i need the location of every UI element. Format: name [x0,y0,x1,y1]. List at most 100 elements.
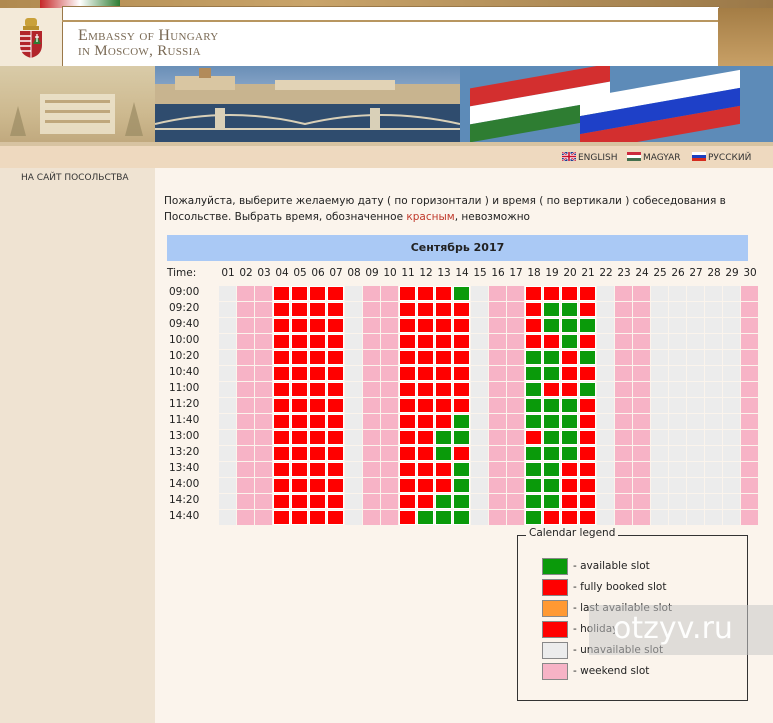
day-label: 27 [689,267,703,279]
available-slot[interactable] [525,510,542,525]
embassy-site-link[interactable]: НА САЙТ ПОСОЛЬСТВА [21,173,129,183]
available-slot[interactable] [543,462,560,477]
unavailable-slot [705,286,722,301]
available-slot[interactable] [453,510,470,525]
weekend-slot [633,462,650,477]
booked-slot [309,286,326,301]
calendar-days-row: Time: 01 02 03 04 05 06 07 08 09 10 11 12 13 14 15 16 17… [167,267,757,281]
available-slot[interactable] [525,398,542,413]
day-label: 20 [563,267,577,279]
unavailable-slot [597,398,614,413]
available-slot[interactable] [453,494,470,509]
weekend-slot [615,334,632,349]
weekend-slot [237,286,254,301]
weekend-slot [615,398,632,413]
legend-label: - fully booked slot [573,581,667,593]
language-link-russian[interactable]: РУССКИЙ [692,152,751,163]
unavailable-slot [651,382,668,397]
unavailable-slot [219,334,236,349]
booked-slot [417,462,434,477]
available-slot[interactable] [435,430,452,445]
weekend-slot [363,478,380,493]
available-slot[interactable] [525,462,542,477]
weekend-slot [489,510,506,525]
weekend-slot [507,382,524,397]
day-label: 18 [527,267,541,279]
available-slot[interactable] [543,478,560,493]
booked-slot [309,318,326,333]
day-label: 26 [671,267,685,279]
available-slot[interactable] [453,414,470,429]
available-slot[interactable] [561,446,578,461]
available-slot[interactable] [543,350,560,365]
booked-slot [291,286,308,301]
available-slot[interactable] [435,446,452,461]
booked-slot [327,430,344,445]
available-slot[interactable] [543,398,560,413]
available-slot[interactable] [435,494,452,509]
available-slot[interactable] [543,366,560,381]
available-slot[interactable] [561,430,578,445]
available-slot[interactable] [525,446,542,461]
available-slot[interactable] [525,366,542,381]
available-slot[interactable] [561,398,578,413]
available-slot[interactable] [453,430,470,445]
available-slot[interactable] [543,446,560,461]
unavailable-slot [687,366,704,381]
available-slot[interactable] [543,494,560,509]
booked-slot [309,398,326,413]
booked-slot [273,414,290,429]
booked-slot [399,302,416,317]
available-slot[interactable] [543,414,560,429]
language-link-magyar[interactable]: MAGYAR [627,152,681,163]
available-slot[interactable] [561,334,578,349]
day-label: 23 [617,267,631,279]
weekend-slot [489,462,506,477]
time-label: 14:40 [169,510,200,522]
day-label: 22 [599,267,613,279]
available-slot[interactable] [543,318,560,333]
available-slot[interactable] [453,286,470,301]
available-slot[interactable] [561,414,578,429]
available-slot[interactable] [525,350,542,365]
weekend-slot [633,398,650,413]
available-slot[interactable] [579,382,596,397]
available-slot[interactable] [543,302,560,317]
available-slot[interactable] [561,302,578,317]
available-slot[interactable] [525,414,542,429]
unavailable-slot [669,366,686,381]
booked-slot [399,478,416,493]
available-slot[interactable] [579,350,596,365]
available-slot[interactable] [525,382,542,397]
available-slot[interactable] [543,430,560,445]
unavailable-slot [669,318,686,333]
booked-slot [273,318,290,333]
day-label: 16 [491,267,505,279]
booked-slot [327,302,344,317]
available-slot[interactable] [579,318,596,333]
booked-slot [453,302,470,317]
available-slot[interactable] [453,462,470,477]
booked-slot [525,334,542,349]
booked-slot [273,334,290,349]
language-label: MAGYAR [643,153,681,163]
language-link-english[interactable]: ENGLISH [562,152,618,163]
weekend-slot [507,414,524,429]
booked-slot [291,430,308,445]
booked-slot [273,302,290,317]
weekend-slot [507,334,524,349]
booked-slot [417,382,434,397]
weekend-slot [255,398,272,413]
available-slot[interactable] [417,510,434,525]
weekend-slot [255,446,272,461]
available-slot[interactable] [453,478,470,493]
available-slot[interactable] [525,494,542,509]
available-slot[interactable] [525,478,542,493]
weekend-slot [489,430,506,445]
available-slot[interactable] [561,318,578,333]
watermark-text: otzyv.ru [613,611,733,646]
weekend-slot [381,510,398,525]
available-slot[interactable] [435,510,452,525]
unavailable-slot [687,286,704,301]
booked-slot [453,350,470,365]
